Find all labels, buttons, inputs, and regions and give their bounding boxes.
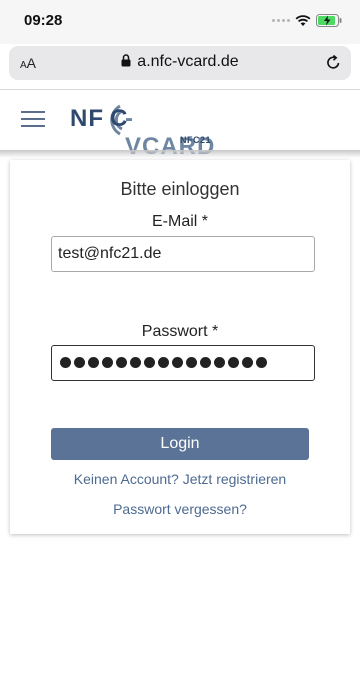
status-time: 09:28: [24, 12, 63, 29]
address-bar[interactable]: AA a.nfc-vcard.de: [9, 46, 351, 80]
password-label: Passwort *: [141, 323, 219, 340]
status-icons: [272, 14, 342, 27]
signal-icon: [272, 19, 290, 22]
password-mask-dot: [214, 357, 225, 368]
password-mask-dot: [242, 357, 253, 368]
site-header: NF C -VCARD NFC21: [0, 90, 360, 160]
header-shadow: [0, 150, 360, 158]
password-mask-dot: [116, 357, 127, 368]
login-card: Bitte einloggen E-Mail * test@nfc21.de P…: [10, 160, 350, 534]
password-mask-dot: [88, 357, 99, 368]
password-mask-dot: [186, 357, 197, 368]
register-link[interactable]: Keinen Account? Jetzt registrieren: [10, 471, 350, 487]
email-label: E-Mail *: [151, 213, 208, 230]
password-mask-dot: [144, 357, 155, 368]
status-bar: 09:28: [0, 0, 360, 44]
lock-icon: [121, 54, 131, 67]
forgot-password-link[interactable]: Passwort vergessen?: [10, 501, 350, 517]
password-mask-dot: [172, 357, 183, 368]
password-mask-dot: [158, 357, 169, 368]
nfc-vcard-logo[interactable]: NF C -VCARD NFC21: [70, 96, 215, 160]
password-mask: [60, 357, 267, 368]
login-button[interactable]: Login: [51, 428, 309, 460]
password-mask-dot: [74, 357, 85, 368]
password-mask-dot: [60, 357, 71, 368]
url-text: a.nfc-vcard.de: [137, 53, 239, 70]
reload-icon[interactable]: [325, 54, 342, 71]
wifi-icon: [295, 14, 311, 26]
email-field[interactable]: test@nfc21.de: [51, 236, 315, 272]
url-display[interactable]: a.nfc-vcard.de: [9, 53, 351, 71]
logo-nfc21-text: NFC21: [180, 135, 212, 145]
password-mask-dot: [256, 357, 267, 368]
password-mask-dot: [130, 357, 141, 368]
login-title: Bitte einloggen: [120, 179, 240, 199]
password-mask-dot: [200, 357, 211, 368]
password-field[interactable]: [51, 345, 315, 381]
hamburger-menu-icon[interactable]: [21, 111, 45, 129]
password-mask-dot: [102, 357, 113, 368]
password-mask-dot: [228, 357, 239, 368]
battery-charging-icon: [316, 14, 342, 27]
